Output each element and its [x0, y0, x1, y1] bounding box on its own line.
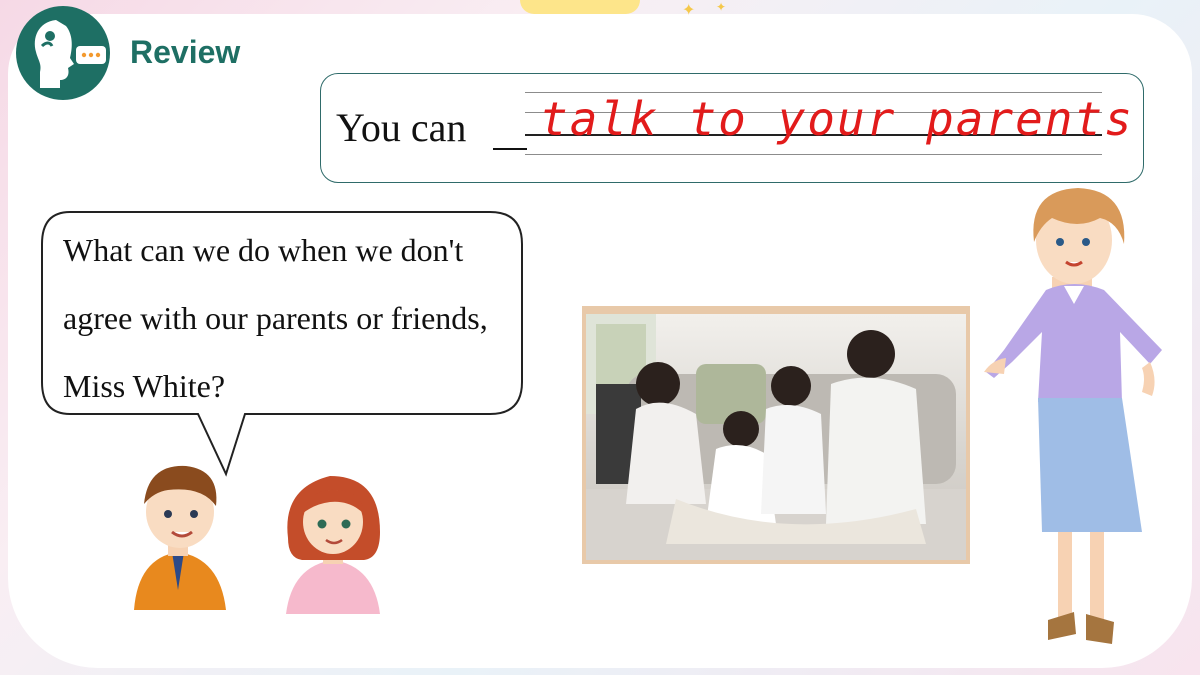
sparkle-icon: ✦: [716, 0, 727, 14]
question-line: agree with our parents or friends,: [63, 300, 488, 336]
family-sitting-on-sofa-photo: [582, 306, 970, 564]
page-title: Review: [130, 34, 241, 70]
girl-illustration: [286, 476, 380, 614]
miss-white-teacher-illustration: [984, 188, 1162, 644]
writing-guide-line: [525, 154, 1102, 155]
boy-illustration: [134, 465, 226, 610]
speaking-head-icon: [16, 6, 110, 100]
question-line: What can we do when we don't: [63, 232, 464, 268]
sparkle-icon: ✦: [682, 0, 696, 19]
question-line: Miss White?: [63, 368, 226, 404]
handwritten-answer: talk to your parents: [540, 92, 1134, 146]
top-decoration: [520, 0, 640, 14]
sentence-prompt: You can: [336, 105, 467, 150]
blank-underline: [493, 148, 527, 150]
